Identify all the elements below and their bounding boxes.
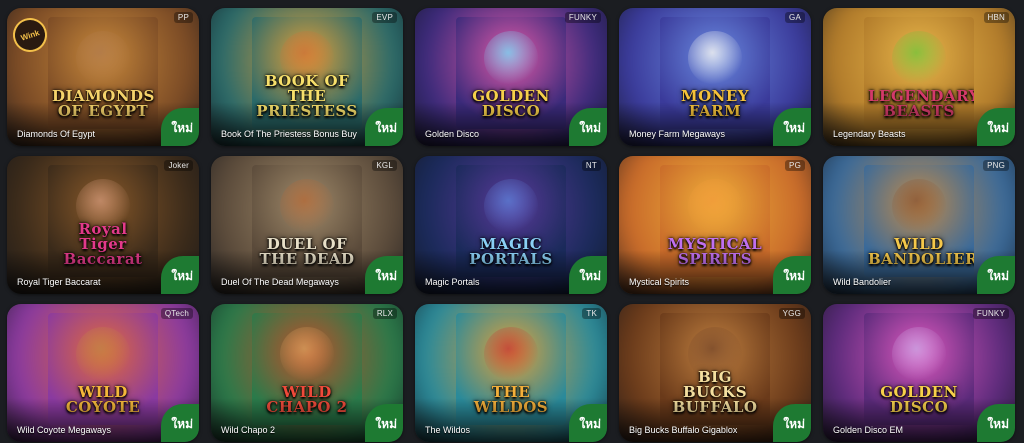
provider-tag: PP	[173, 12, 193, 23]
new-badge: ใหม่	[365, 108, 403, 146]
game-title: The Wildos	[425, 425, 471, 435]
new-badge: ใหม่	[773, 256, 811, 294]
character-figure	[688, 179, 742, 233]
new-badge: ใหม่	[977, 404, 1015, 442]
game-title: Wild Coyote Megaways	[17, 425, 112, 435]
game-card[interactable]: LEGENDARY BEASTSHBNLegendary Beastsใหม่	[823, 8, 1015, 146]
new-badge-label: ใหม่	[783, 269, 805, 283]
new-badge-label: ใหม่	[375, 121, 397, 135]
character-figure	[892, 179, 946, 233]
game-grid: DIAMONDS OF EGYPTWinkPPDiamonds Of Egypt…	[0, 0, 1024, 442]
game-card[interactable]: THE WILDOSTKThe Wildosใหม่	[415, 304, 607, 442]
new-badge: ใหม่	[773, 108, 811, 146]
character-figure	[484, 179, 538, 233]
provider-tag: NT	[581, 160, 601, 171]
new-badge-label: ใหม่	[987, 417, 1009, 431]
provider-tag: YGG	[778, 308, 805, 319]
new-badge: ใหม่	[569, 108, 607, 146]
game-title: Wild Chapo 2	[221, 425, 276, 435]
new-badge-label: ใหม่	[987, 121, 1009, 135]
game-title: Golden Disco EM	[833, 425, 904, 435]
game-card[interactable]: GOLDEN DISCOFUNKYGolden Discoใหม่	[415, 8, 607, 146]
new-badge: ใหม่	[569, 256, 607, 294]
provider-tag: KGL	[372, 160, 397, 171]
provider-tag: GA	[785, 12, 805, 23]
character-figure	[76, 327, 130, 381]
provider-tag: FUNKY	[564, 12, 601, 23]
game-card[interactable]: WILD COYOTEQTechWild Coyote Megawaysใหม่	[7, 304, 199, 442]
provider-tag: RLX	[372, 308, 397, 319]
new-badge: ใหม่	[977, 256, 1015, 294]
new-badge-label: ใหม่	[783, 121, 805, 135]
game-card[interactable]: MONEY FARMGAMoney Farm Megawaysใหม่	[619, 8, 811, 146]
character-figure	[892, 31, 946, 85]
game-title: Wild Bandolier	[833, 277, 892, 287]
game-card[interactable]: WILD BANDOLIERPNGWild Bandolierใหม่	[823, 156, 1015, 294]
provider-tag: FUNKY	[972, 308, 1009, 319]
game-title: Royal Tiger Baccarat	[17, 277, 101, 287]
new-badge-label: ใหม่	[579, 269, 601, 283]
new-badge-label: ใหม่	[579, 121, 601, 135]
new-badge: ใหม่	[161, 404, 199, 442]
provider-tag: QTech	[160, 308, 193, 319]
provider-tag: EVP	[372, 12, 397, 23]
new-badge: ใหม่	[773, 404, 811, 442]
game-title: Book Of The Priestess Bonus Buy	[221, 129, 357, 139]
new-badge: ใหม่	[569, 404, 607, 442]
provider-tag: PNG	[983, 160, 1009, 171]
character-figure	[688, 31, 742, 85]
new-badge-label: ใหม่	[171, 121, 193, 135]
game-title: Big Bucks Buffalo Gigablox	[629, 425, 738, 435]
new-badge-label: ใหม่	[171, 417, 193, 431]
new-badge: ใหม่	[365, 404, 403, 442]
new-badge-label: ใหม่	[171, 269, 193, 283]
game-title: Diamonds Of Egypt	[17, 129, 96, 139]
provider-tag: PG	[785, 160, 805, 171]
character-figure	[484, 327, 538, 381]
character-figure	[892, 327, 946, 381]
new-badge-label: ใหม่	[375, 269, 397, 283]
game-title: Duel Of The Dead Megaways	[221, 277, 339, 287]
game-card[interactable]: BOOK OF THE PRIESTESSEVPBook Of The Prie…	[211, 8, 403, 146]
game-card[interactable]: MYSTICAL SPIRITSPGMystical Spiritsใหม่	[619, 156, 811, 294]
game-title: Magic Portals	[425, 277, 480, 287]
provider-tag: TK	[582, 308, 601, 319]
new-badge-label: ใหม่	[375, 417, 397, 431]
game-title: Money Farm Megaways	[629, 129, 726, 139]
game-title: Mystical Spirits	[629, 277, 690, 287]
new-badge-label: ใหม่	[987, 269, 1009, 283]
provider-tag: HBN	[983, 12, 1009, 23]
new-badge-label: ใหม่	[783, 417, 805, 431]
game-card[interactable]: BIG BUCKS BUFFALOYGGBig Bucks Buffalo Gi…	[619, 304, 811, 442]
new-badge-label: ใหม่	[579, 417, 601, 431]
new-badge: ใหม่	[161, 256, 199, 294]
provider-tag: Joker	[164, 160, 193, 171]
game-card[interactable]: DUEL OF THE DEADKGLDuel Of The Dead Mega…	[211, 156, 403, 294]
game-title: Legendary Beasts	[833, 129, 906, 139]
game-card[interactable]: Royal Tiger BaccaratJokerRoyal Tiger Bac…	[7, 156, 199, 294]
character-figure	[280, 327, 334, 381]
new-badge: ใหม่	[365, 256, 403, 294]
character-figure	[484, 31, 538, 85]
character-figure	[76, 31, 130, 85]
new-badge: ใหม่	[977, 108, 1015, 146]
game-card[interactable]: WILD CHAPO 2RLXWild Chapo 2ใหม่	[211, 304, 403, 442]
game-card[interactable]: MAGIC PORTALSNTMagic Portalsใหม่	[415, 156, 607, 294]
character-figure	[280, 179, 334, 233]
game-card[interactable]: GOLDEN DISCOFUNKYGolden Disco EMใหม่	[823, 304, 1015, 442]
game-title: Golden Disco	[425, 129, 480, 139]
game-card[interactable]: DIAMONDS OF EGYPTWinkPPDiamonds Of Egypt…	[7, 8, 199, 146]
new-badge: ใหม่	[161, 108, 199, 146]
